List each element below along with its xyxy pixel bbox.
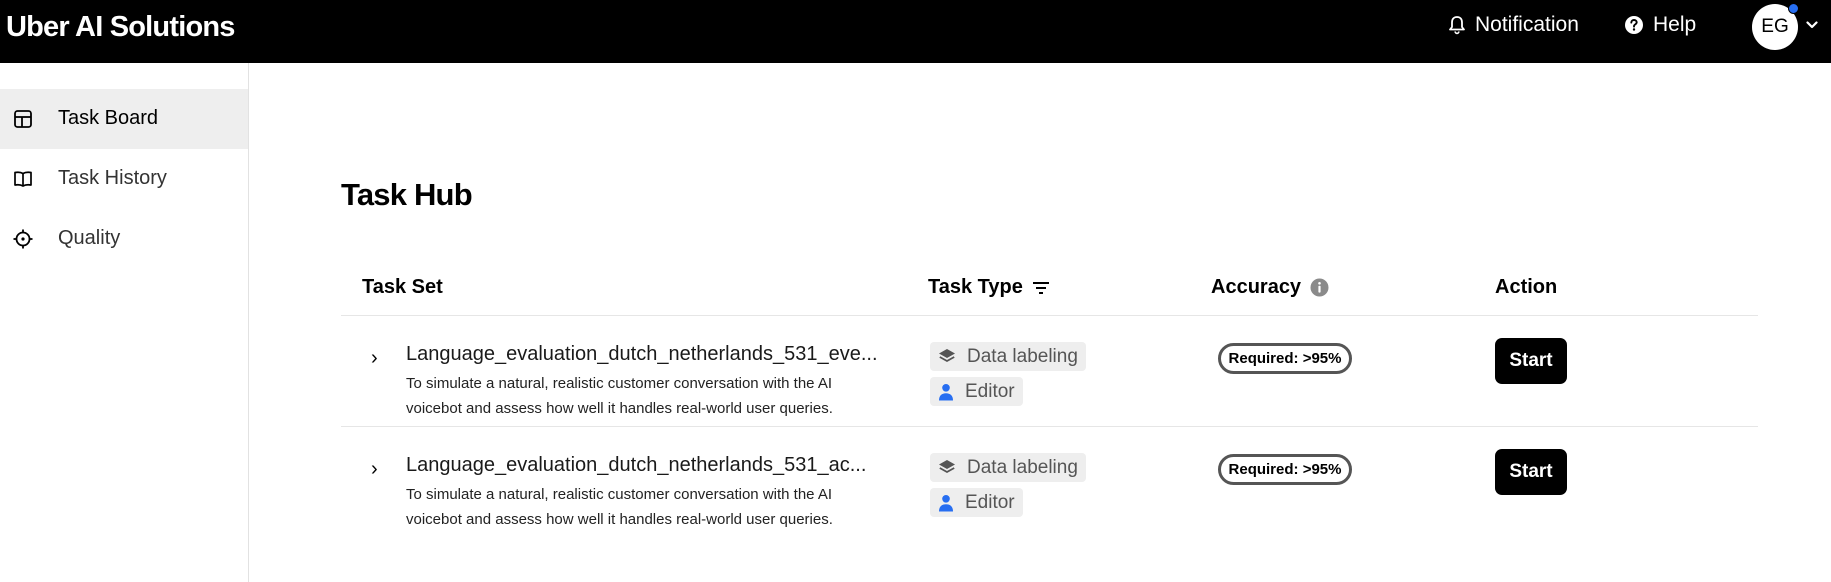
- help-icon: [1625, 16, 1643, 34]
- role-label: Editor: [965, 491, 1015, 513]
- sidebar-item-task-board[interactable]: Task Board: [0, 89, 248, 149]
- layers-icon: [939, 460, 955, 474]
- column-header-label: Task Set: [362, 276, 443, 298]
- column-header-label: Action: [1495, 276, 1558, 298]
- column-header-accuracy: Accuracy: [1211, 276, 1329, 299]
- task-set-description: To simulate a natural, realistic custome…: [406, 375, 833, 417]
- sidebar-item-label: Task Board: [58, 107, 159, 129]
- table-row: › Language_evaluation_dutch_netherlands_…: [341, 316, 1758, 426]
- task-set-name[interactable]: Language_evaluation_dutch_netherlands_53…: [406, 454, 866, 477]
- notification-button[interactable]: Notification: [1448, 13, 1579, 37]
- start-button[interactable]: Start: [1495, 449, 1567, 495]
- help-button[interactable]: Help: [1624, 13, 1696, 37]
- account-menu[interactable]: EG: [1752, 3, 1822, 50]
- role-label: Editor: [965, 380, 1015, 402]
- role-tag: Editor: [930, 377, 1023, 406]
- accuracy-badge: Required: >95%: [1218, 343, 1352, 374]
- task-type-tag: Data labeling: [930, 342, 1086, 371]
- chevron-down-icon[interactable]: [1806, 21, 1818, 29]
- start-button[interactable]: Start: [1495, 338, 1567, 384]
- expand-chevron-icon[interactable]: ›: [371, 347, 378, 370]
- sidebar-item-label: Quality: [58, 227, 121, 249]
- accuracy-badge: Required: >95%: [1218, 454, 1352, 485]
- sidebar-item-label: Task History: [58, 167, 167, 189]
- user-icon: [939, 383, 953, 400]
- column-header-task-set: Task Set: [362, 276, 443, 299]
- expand-chevron-icon[interactable]: ›: [371, 458, 378, 481]
- help-label: Help: [1653, 13, 1697, 36]
- notification-label: Notification: [1475, 13, 1579, 36]
- sidebar-item-task-history[interactable]: Task History: [0, 149, 248, 209]
- notification-dot: [1788, 3, 1799, 14]
- user-icon: [939, 494, 953, 511]
- page-title: Task Hub: [341, 177, 473, 212]
- task-set-description: To simulate a natural, realistic custome…: [406, 486, 833, 528]
- book-icon: [14, 171, 32, 187]
- task-set-name[interactable]: Language_evaluation_dutch_netherlands_53…: [406, 343, 878, 366]
- layers-icon: [939, 349, 955, 363]
- sidebar: Task Board Task History Quality: [0, 63, 249, 582]
- column-header-label: Task Type: [928, 276, 1023, 298]
- column-header-label: Accuracy: [1211, 276, 1302, 298]
- crosshair-icon: [13, 229, 33, 249]
- info-icon[interactable]: [1310, 278, 1329, 297]
- task-board-icon: [14, 110, 32, 128]
- brand-logo[interactable]: Uber AI Solutions: [6, 11, 235, 44]
- task-type-label: Data labeling: [967, 456, 1078, 478]
- filter-icon[interactable]: [1032, 280, 1050, 296]
- column-header-task-type: Task Type: [928, 276, 1050, 299]
- top-bar: Uber AI Solutions Notification Help EG: [0, 0, 1831, 63]
- column-header-action: Action: [1495, 276, 1557, 299]
- task-type-label: Data labeling: [967, 345, 1078, 367]
- table-row: › Language_evaluation_dutch_netherlands_…: [341, 427, 1758, 537]
- task-type-tag: Data labeling: [930, 453, 1086, 482]
- role-tag: Editor: [930, 488, 1023, 517]
- bell-icon: [1449, 16, 1465, 35]
- sidebar-item-quality[interactable]: Quality: [0, 209, 248, 269]
